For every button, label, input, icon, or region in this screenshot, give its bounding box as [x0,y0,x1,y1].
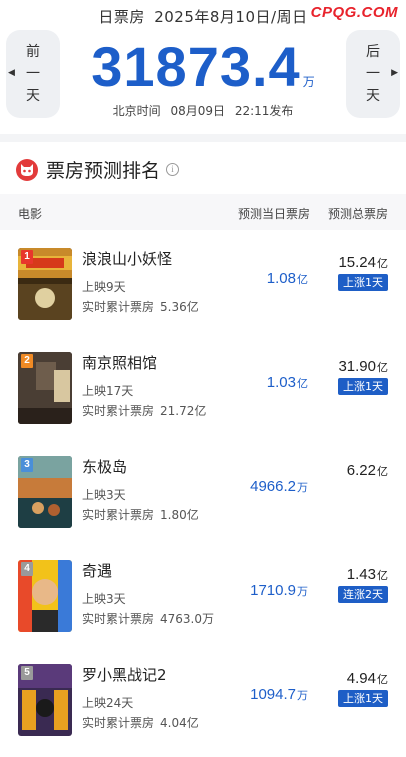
column-film: 电影 [18,207,43,221]
film-row[interactable]: 4 奇遇 上映3天 实时累计票房 4763.0万 1710.9万 1.43亿 连涨… [0,548,406,652]
rank-badge: 2 [21,354,33,368]
cumulative-value: 5.36亿 [160,300,199,314]
predicted-today-unit: 万 [297,690,308,702]
rank-badge: 4 [21,562,33,576]
cumulative-label: 实时累计票房 [82,404,155,418]
cumulative-box-office: 实时累计票房 4.04亿 [82,714,199,731]
predicted-total: 15.24亿 [338,254,388,271]
trend-badge: 上涨1天 [338,690,388,707]
predicted-today-value: 1710.9 [250,582,296,599]
publish-time: 北京时间 08月09日 22:11发布 [0,102,406,119]
predicted-today-value: 1.08 [266,270,296,287]
poster-image: 3 [18,456,72,528]
poster-image: 1 [18,248,72,320]
release-days: 上映9天 [82,280,126,294]
header: 日票房 2025年8月10日/周日 CPQG.COM ◀ 前 一 天 31873… [0,0,406,132]
cumulative-value: 21.72亿 [160,404,207,418]
cumulative-label: 实时累计票房 [82,300,155,314]
film-row[interactable]: 5 罗小黑战记2 上映24天 实时累计票房 4.04亿 1094.7万 4.94亿… [0,652,406,756]
release-days: 上映24天 [82,696,134,710]
trend-badge: 上涨1天 [338,274,388,291]
cumulative-label: 实时累计票房 [82,716,155,730]
cumulative-box-office: 实时累计票房 1.80亿 [82,506,199,523]
predicted-total-value: 4.94 [346,670,376,687]
date-value: 2025年8月10日 [154,8,272,26]
weekday: /周日 [271,8,308,26]
column-predicted-total[interactable]: 预测总票房 [328,205,388,222]
predicted-today-value: 1094.7 [250,686,296,703]
rank-badge: 3 [21,458,33,472]
watermark-logo: CPQG.COM [310,4,398,21]
release-days: 上映17天 [82,384,134,398]
film-title: 罗小黑战记2 [82,666,167,684]
film-title: 南京照相馆 [82,354,158,372]
release-days: 上映3天 [82,488,126,502]
poster-image: 2 [18,352,72,424]
predicted-today-unit: 亿 [297,378,308,390]
predicted-today: 1094.7万 [250,686,308,703]
predicted-total-unit: 亿 [377,362,388,374]
next-label-2: 一 [366,66,380,82]
predicted-total-unit: 亿 [377,674,388,686]
predicted-today-value: 1.03 [266,374,296,391]
predicted-total-value: 15.24 [338,254,376,271]
film-title: 东极岛 [82,458,128,476]
film-row[interactable]: 1 浪浪山小妖怪 上映9天 实时累计票房 5.36亿 1.08亿 15.24亿 上… [0,236,406,340]
total-value: 31873.4 [91,35,301,98]
film-row[interactable]: 2 南京照相馆 上映17天 实时累计票房 21.72亿 1.03亿 31.90亿 … [0,340,406,444]
cumulative-box-office: 实时累计票房 5.36亿 [82,298,199,315]
date-prefix: 日票房 [98,8,145,26]
rank-badge: 5 [21,666,33,680]
predicted-total: 4.94亿 [347,670,388,687]
total-unit: 万 [302,75,315,89]
predicted-total-value: 1.43 [346,566,376,583]
poster-image: 5 [18,664,72,736]
next-label-1: 后 [366,44,380,60]
publish-time-value: 22:11发布 [234,104,294,118]
predicted-total: 1.43亿 [347,566,388,583]
predicted-today-unit: 万 [297,586,308,598]
predicted-total-unit: 亿 [377,258,388,270]
table-header: 电影 预测当日票房 预测总票房 [0,194,406,230]
cumulative-box-office: 实时累计票房 21.72亿 [82,402,206,419]
publish-date: 08月09日 [170,104,225,118]
cumulative-label: 实时累计票房 [82,508,155,522]
predicted-today-unit: 亿 [297,274,308,286]
maoyan-cat-icon [16,158,38,181]
film-row[interactable]: 3 东极岛 上映3天 实时累计票房 1.80亿 4966.2万 6.22亿 [0,444,406,548]
cumulative-value: 4763.0万 [160,612,215,626]
rank-badge: 1 [21,250,33,264]
info-icon[interactable]: i [166,163,180,176]
trend-badge: 上涨1天 [338,378,388,395]
section-divider [0,134,406,142]
publish-prefix: 北京时间 [112,104,161,118]
cumulative-value: 1.80亿 [160,508,199,522]
predicted-today: 4966.2万 [250,478,308,495]
release-days: 上映3天 [82,592,126,606]
predicted-today-value: 4966.2 [250,478,296,495]
arrow-right-icon: ▶ [391,68,398,78]
film-title: 浪浪山小妖怪 [82,250,173,268]
predicted-today: 1710.9万 [250,582,308,599]
section-header: 票房预测排名 i [16,156,180,183]
predicted-today: 1.08亿 [267,270,308,287]
cumulative-value: 4.04亿 [160,716,199,730]
predicted-total-value: 6.22 [346,462,376,479]
cumulative-label: 实时累计票房 [82,612,155,626]
cumulative-box-office: 实时累计票房 4763.0万 [82,610,214,627]
predicted-total: 31.90亿 [338,358,388,375]
poster-image: 4 [18,560,72,632]
predicted-today-unit: 万 [297,482,308,494]
trend-badge: 连涨2天 [338,586,388,603]
predicted-total-unit: 亿 [377,466,388,478]
predicted-today: 1.03亿 [267,374,308,391]
section-title: 票房预测排名 [46,160,161,182]
predicted-total: 6.22亿 [347,462,388,479]
film-title: 奇遇 [82,562,113,580]
predicted-total-unit: 亿 [377,570,388,582]
column-predicted-today[interactable]: 预测当日票房 [238,205,310,222]
predicted-total-value: 31.90 [338,358,376,375]
